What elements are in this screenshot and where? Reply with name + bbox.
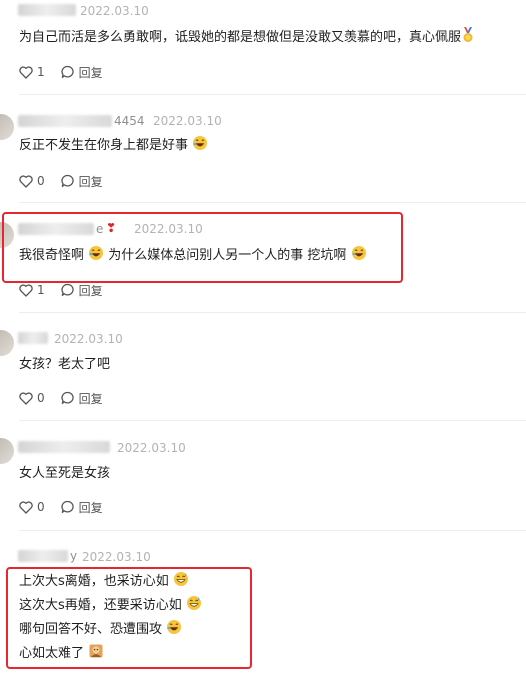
comment-text: 女人至死是女孩 (19, 466, 111, 481)
heart-outline-icon (19, 174, 33, 188)
speech-bubble-icon (61, 283, 74, 297)
divider (19, 312, 526, 313)
divider (19, 530, 526, 531)
laughing-emoji-icon (351, 245, 367, 270)
reply-label: 回复 (78, 500, 103, 515)
comment-text: 反正不发生在你身上都是好事 (19, 134, 208, 160)
comment-date: 2022.03.10 (82, 550, 151, 564)
reply-label: 回复 (78, 283, 103, 298)
comment-actions: 1 回复 (19, 282, 103, 298)
heart-outline-icon (19, 500, 33, 514)
like-count: 0 (37, 500, 45, 514)
reply-button[interactable]: 回复 (61, 64, 103, 81)
like-button[interactable]: 1 (19, 283, 45, 297)
username-blurred[interactable] (18, 223, 94, 235)
like-count: 1 (37, 283, 45, 297)
divider (19, 420, 526, 421)
comment-date: 2022.03.10 (80, 4, 149, 18)
comment-text-line: 心如太难了 (19, 642, 104, 668)
username-blurred[interactable] (18, 115, 112, 127)
speech-bubble-icon (61, 391, 74, 405)
comment-date: 2022.03.10 (54, 332, 123, 346)
comment-text-line: 上次大s离婚，也采访心如 (19, 570, 189, 596)
grinning-sweat-emoji-icon (173, 571, 189, 596)
medal-icon (461, 27, 475, 52)
avatar[interactable] (0, 222, 14, 248)
comment-text-line: 这次大s再婚，还要采访心如 (19, 594, 202, 620)
comment-text: 我很奇怪啊 为什么媒体总问别人另一个人的事 挖坑啊 (19, 244, 367, 270)
reply-button[interactable]: 回复 (61, 390, 103, 407)
speech-bubble-icon (61, 500, 74, 514)
like-button[interactable]: 0 (19, 500, 45, 514)
laughing-emoji-icon (88, 245, 104, 270)
username-blurred[interactable] (18, 441, 110, 453)
reply-label: 回复 (78, 174, 103, 189)
comment-text: 为自己而活是多么勇敢啊，诋毁她的都是想做但是没敢又羡慕的吧，真心佩服 (19, 26, 475, 52)
sticker-emoji-icon (88, 643, 104, 668)
heart-badge-icon: ❣ (106, 221, 117, 235)
like-count: 0 (37, 174, 45, 188)
avatar[interactable] (0, 438, 14, 464)
heart-outline-icon (19, 283, 33, 297)
comment-date: 2022.03.10 (153, 114, 222, 128)
username-tail[interactable]: e (96, 222, 103, 236)
username-blurred[interactable] (18, 4, 76, 16)
comment-date: 2022.03.10 (134, 222, 203, 236)
grinning-sweat-emoji-icon (186, 595, 202, 620)
heart-outline-icon (19, 391, 33, 405)
username-tail[interactable]: 4454 (114, 114, 145, 128)
divider (19, 94, 526, 95)
reply-button[interactable]: 回复 (61, 173, 103, 190)
speech-bubble-icon (61, 174, 74, 188)
divider (19, 202, 526, 203)
like-count: 1 (37, 65, 45, 79)
like-button[interactable]: 0 (19, 391, 45, 405)
like-button[interactable]: 0 (19, 174, 45, 188)
like-count: 0 (37, 391, 45, 405)
comment-date: 2022.03.10 (117, 441, 186, 455)
reply-button[interactable]: 回复 (61, 282, 103, 299)
comment-actions: 0 回复 (19, 173, 103, 189)
comment-text: 女孩？老太了吧 (19, 357, 111, 372)
avatar[interactable] (0, 114, 14, 140)
comment-actions: 0 回复 (19, 390, 103, 406)
reply-label: 回复 (78, 391, 103, 406)
reply-label: 回复 (78, 65, 103, 80)
speech-bubble-icon (61, 65, 74, 79)
comment-text-line: 哪句回答不好、恐遭围攻 (19, 618, 182, 644)
like-button[interactable]: 1 (19, 65, 45, 79)
comment-actions: 0 回复 (19, 499, 103, 515)
laughing-emoji-icon (166, 619, 182, 644)
reply-button[interactable]: 回复 (61, 499, 103, 516)
comment-actions: 1 回复 (19, 64, 103, 80)
username-blurred[interactable] (18, 550, 68, 562)
username-blurred[interactable] (18, 332, 48, 344)
avatar[interactable] (0, 330, 14, 356)
username-tail[interactable]: y (70, 549, 77, 563)
laughing-emoji-icon (192, 135, 208, 160)
heart-outline-icon (19, 65, 33, 79)
